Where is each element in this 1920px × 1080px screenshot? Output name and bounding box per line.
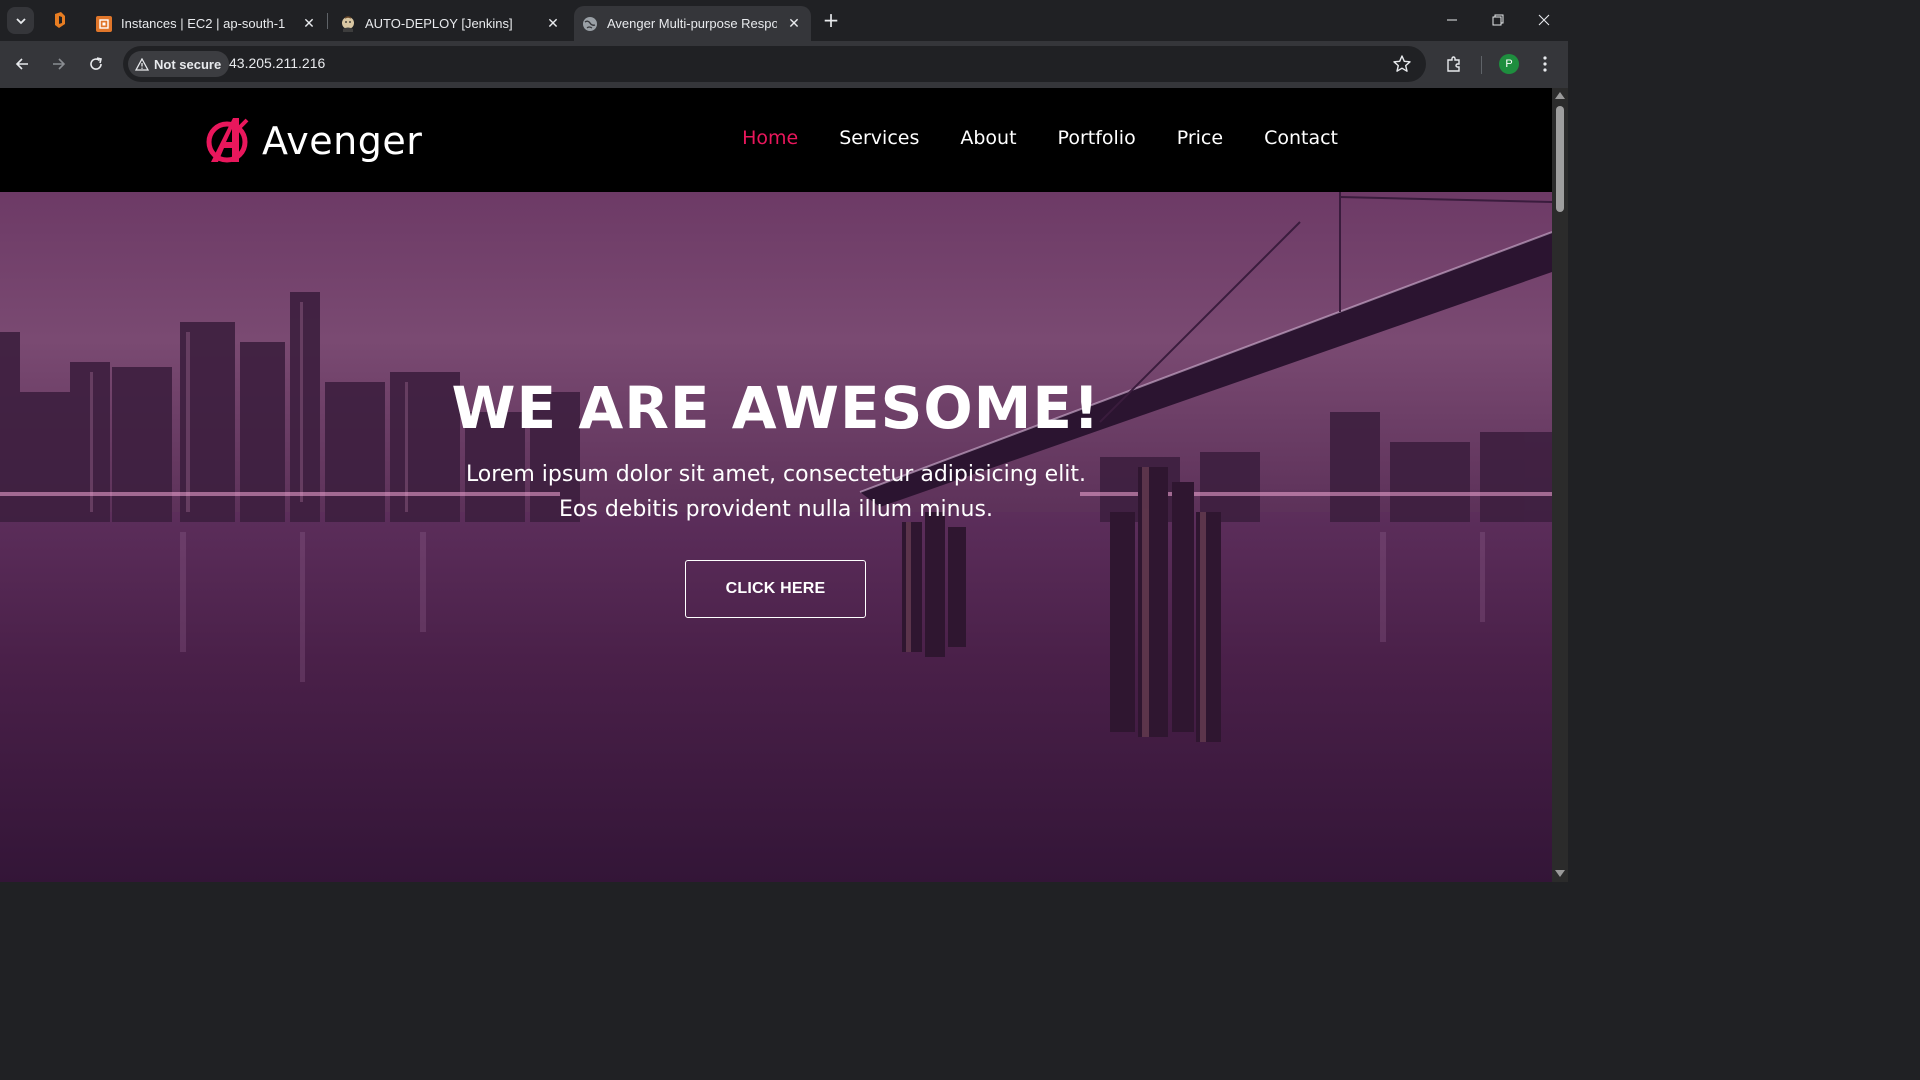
scroll-down-arrow-icon[interactable]: [1555, 870, 1565, 877]
forward-button[interactable]: [48, 53, 70, 75]
reload-button[interactable]: [85, 53, 107, 75]
restore-icon: [1492, 14, 1504, 26]
restore-button[interactable]: [1475, 0, 1521, 40]
bookmark-star-icon[interactable]: [1392, 54, 1412, 74]
profile-avatar[interactable]: P: [1499, 54, 1519, 74]
minimize-button[interactable]: [1429, 0, 1475, 40]
nav-item-services[interactable]: Services: [839, 127, 919, 149]
page-scrollbar[interactable]: [1552, 88, 1568, 882]
tab-strip: Instances | EC2 | ap-south-1 ✕ AUTO-DEPL…: [0, 0, 1568, 41]
jenkins-icon: [342, 15, 354, 32]
globe-icon: [583, 16, 597, 31]
scroll-up-arrow-icon[interactable]: [1555, 92, 1565, 99]
close-icon: [1538, 14, 1550, 26]
tab-title: Instances | EC2 | ap-south-1: [121, 16, 286, 31]
security-chip-label: Not secure: [154, 56, 222, 72]
browser-toolbar: Not secure 43.205.211.216 P: [0, 41, 1568, 88]
arrow-right-icon: [53, 58, 66, 70]
close-tab-icon[interactable]: ✕: [300, 14, 318, 32]
hero-subtitle-line-1: Lorem ipsum dolor sit amet, consectetur …: [465, 462, 1087, 487]
nav-item-about[interactable]: About: [960, 127, 1016, 149]
hero-section: WE ARE AWESOME! Lorem ipsum dolor sit am…: [0, 192, 1552, 882]
aws-ec2-icon: [96, 15, 112, 32]
nav-item-portfolio[interactable]: Portfolio: [1058, 127, 1136, 149]
tab-title: Avenger Multi-purpose Respon: [607, 16, 777, 31]
nav-item-price[interactable]: Price: [1177, 127, 1223, 149]
new-tab-button[interactable]: +: [821, 10, 841, 30]
tab-avenger[interactable]: Avenger Multi-purpose Respon ✕: [574, 6, 811, 41]
click-here-button[interactable]: CLICK HERE: [685, 560, 866, 618]
security-chip[interactable]: Not secure: [128, 51, 230, 77]
nav-item-contact[interactable]: Contact: [1264, 127, 1338, 149]
url-text[interactable]: 43.205.211.216: [229, 55, 325, 71]
main-nav: Home Services About Portfolio Price Cont…: [742, 127, 1338, 149]
brand-name: Avenger: [262, 119, 423, 163]
back-button[interactable]: [11, 53, 33, 75]
reload-icon: [90, 57, 102, 70]
tab-jenkins[interactable]: AUTO-DEPLOY [Jenkins] ✕: [330, 6, 570, 41]
nav-item-home[interactable]: Home: [742, 127, 798, 149]
page-viewport: Avenger Home Services About Portfolio Pr…: [0, 88, 1552, 882]
tab-divider: [327, 13, 328, 29]
hero-subtitle-line-2: Eos debitis provident nulla illum minus.: [559, 497, 993, 522]
close-window-button[interactable]: [1521, 0, 1567, 40]
tab-ec2[interactable]: Instances | EC2 | ap-south-1 ✕: [86, 6, 326, 41]
address-bar[interactable]: Not secure 43.205.211.216: [123, 46, 1426, 82]
minimize-icon: [1447, 19, 1457, 21]
site-header: Avenger Home Services About Portfolio Pr…: [0, 88, 1552, 192]
warning-icon: [135, 57, 149, 71]
chevron-down-icon: [15, 17, 26, 24]
kebab-menu-icon: [1543, 56, 1547, 72]
puzzle-icon: [1447, 56, 1460, 72]
toolbar-divider: [1481, 56, 1482, 74]
close-tab-icon[interactable]: ✕: [785, 14, 803, 32]
site-logo[interactable]: Avenger: [205, 116, 422, 166]
close-tab-icon[interactable]: ✕: [544, 14, 562, 32]
extension-pin-icon[interactable]: [51, 11, 69, 29]
hero-background-image: [0, 192, 1552, 882]
scrollbar-thumb[interactable]: [1556, 106, 1564, 212]
arrow-left-icon: [15, 58, 28, 70]
menu-button[interactable]: [1534, 53, 1556, 75]
hero-title: WE ARE AWESOME!: [451, 374, 1101, 442]
avengers-logo-icon: [206, 118, 249, 163]
extensions-button[interactable]: [1443, 53, 1465, 75]
tab-title: AUTO-DEPLOY [Jenkins]: [365, 16, 513, 31]
tab-search-button[interactable]: [7, 7, 34, 34]
